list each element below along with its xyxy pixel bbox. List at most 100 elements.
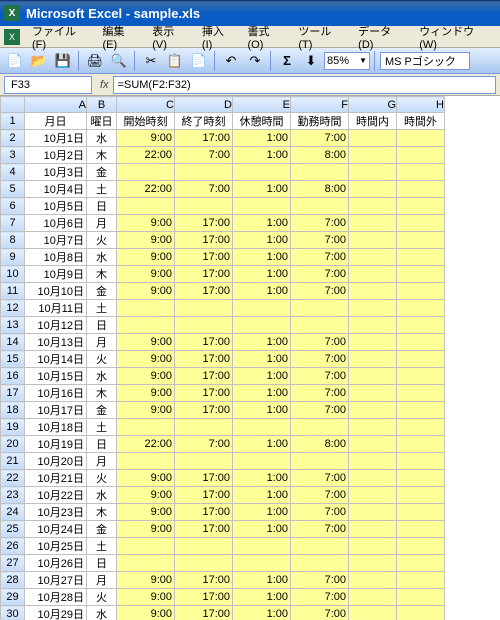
cell[interactable]: 勤務時間 [291,113,349,130]
cell[interactable]: 1:00 [233,232,291,249]
cell[interactable]: 1:00 [233,334,291,351]
cell[interactable]: 7:00 [291,130,349,147]
cell[interactable] [291,317,349,334]
cell[interactable] [175,538,233,555]
cell[interactable]: 7:00 [291,215,349,232]
cell[interactable]: 土 [87,300,117,317]
cell[interactable]: 10月16日 [25,385,87,402]
cell[interactable] [175,317,233,334]
cell[interactable]: 17:00 [175,215,233,232]
cell[interactable]: 木 [87,266,117,283]
cell[interactable]: 火 [87,470,117,487]
cell[interactable] [349,147,397,164]
cell[interactable]: 17:00 [175,283,233,300]
undo-icon[interactable]: ↶ [220,50,242,72]
sort-icon[interactable]: ⬇ [300,50,322,72]
cell[interactable]: 1:00 [233,572,291,589]
cell[interactable]: 9:00 [117,249,175,266]
cell[interactable]: 金 [87,402,117,419]
col-header-D[interactable]: D [175,97,233,113]
cell[interactable]: 17:00 [175,232,233,249]
cell[interactable]: 17:00 [175,351,233,368]
paste-icon[interactable]: 📄 [188,50,210,72]
menu-data[interactable]: データ(D) [352,21,411,53]
cell[interactable]: 17:00 [175,266,233,283]
cell[interactable] [349,504,397,521]
cell[interactable]: 17:00 [175,385,233,402]
cell[interactable]: 日 [87,555,117,572]
row-header[interactable]: 17 [1,385,25,402]
cell[interactable]: 1:00 [233,130,291,147]
cell[interactable]: 1:00 [233,504,291,521]
cell[interactable]: 9:00 [117,572,175,589]
cell[interactable]: 7:00 [175,147,233,164]
cell[interactable]: 7:00 [291,589,349,606]
cell[interactable] [349,419,397,436]
cell[interactable]: 9:00 [117,402,175,419]
cell[interactable]: 日 [87,317,117,334]
cell[interactable] [349,589,397,606]
cell[interactable] [397,470,445,487]
col-header-C[interactable]: C [117,97,175,113]
cell[interactable]: 土 [87,181,117,198]
row-header[interactable]: 18 [1,402,25,419]
cell[interactable]: 7:00 [291,266,349,283]
cell[interactable] [175,198,233,215]
cell[interactable]: 10月9日 [25,266,87,283]
row-header[interactable]: 25 [1,521,25,538]
cell[interactable]: 22:00 [117,147,175,164]
menu-format[interactable]: 書式(O) [241,21,290,53]
cell[interactable] [117,453,175,470]
cell[interactable] [233,538,291,555]
cell[interactable]: 7:00 [291,368,349,385]
cell[interactable] [291,538,349,555]
cell[interactable]: 17:00 [175,334,233,351]
cell[interactable]: 17:00 [175,249,233,266]
cell[interactable]: 9:00 [117,232,175,249]
cell[interactable]: 1:00 [233,436,291,453]
cell[interactable]: 7:00 [291,283,349,300]
cell[interactable]: 1:00 [233,589,291,606]
cell[interactable] [397,147,445,164]
cell[interactable] [175,555,233,572]
new-icon[interactable]: 📄 [4,50,26,72]
row-header[interactable]: 13 [1,317,25,334]
cell[interactable] [233,164,291,181]
cell[interactable] [397,300,445,317]
cell[interactable]: 月 [87,334,117,351]
cell[interactable]: 時間外 [397,113,445,130]
cell[interactable]: 月 [87,215,117,232]
row-header[interactable]: 2 [1,130,25,147]
cell[interactable]: 10月3日 [25,164,87,181]
cell[interactable] [397,164,445,181]
cell[interactable]: 1:00 [233,215,291,232]
cell[interactable] [349,215,397,232]
cell[interactable]: 1:00 [233,249,291,266]
cell[interactable] [349,436,397,453]
cell[interactable]: 10月26日 [25,555,87,572]
cell[interactable]: 9:00 [117,130,175,147]
spreadsheet-grid[interactable]: ABCDEFGH1月日曜日開始時刻終了時刻休憩時間勤務時間時間内時間外210月1… [0,96,500,620]
cell[interactable]: 土 [87,419,117,436]
cell[interactable]: 7:00 [291,249,349,266]
cell[interactable] [175,453,233,470]
cell[interactable]: 10月28日 [25,589,87,606]
cell[interactable] [117,300,175,317]
cell[interactable] [397,606,445,620]
row-header[interactable]: 24 [1,504,25,521]
cell[interactable]: 7:00 [291,232,349,249]
cell[interactable]: 17:00 [175,487,233,504]
row-header[interactable]: 27 [1,555,25,572]
cell[interactable]: 10月2日 [25,147,87,164]
col-header-E[interactable]: E [233,97,291,113]
cell[interactable]: 10月5日 [25,198,87,215]
cell[interactable]: 木 [87,504,117,521]
cell[interactable]: 8:00 [291,147,349,164]
cell[interactable]: 1:00 [233,470,291,487]
cell[interactable]: 9:00 [117,385,175,402]
cell[interactable]: 日 [87,198,117,215]
cell[interactable]: 10月12日 [25,317,87,334]
cell[interactable]: 17:00 [175,470,233,487]
cell[interactable]: 1:00 [233,266,291,283]
row-header[interactable]: 26 [1,538,25,555]
